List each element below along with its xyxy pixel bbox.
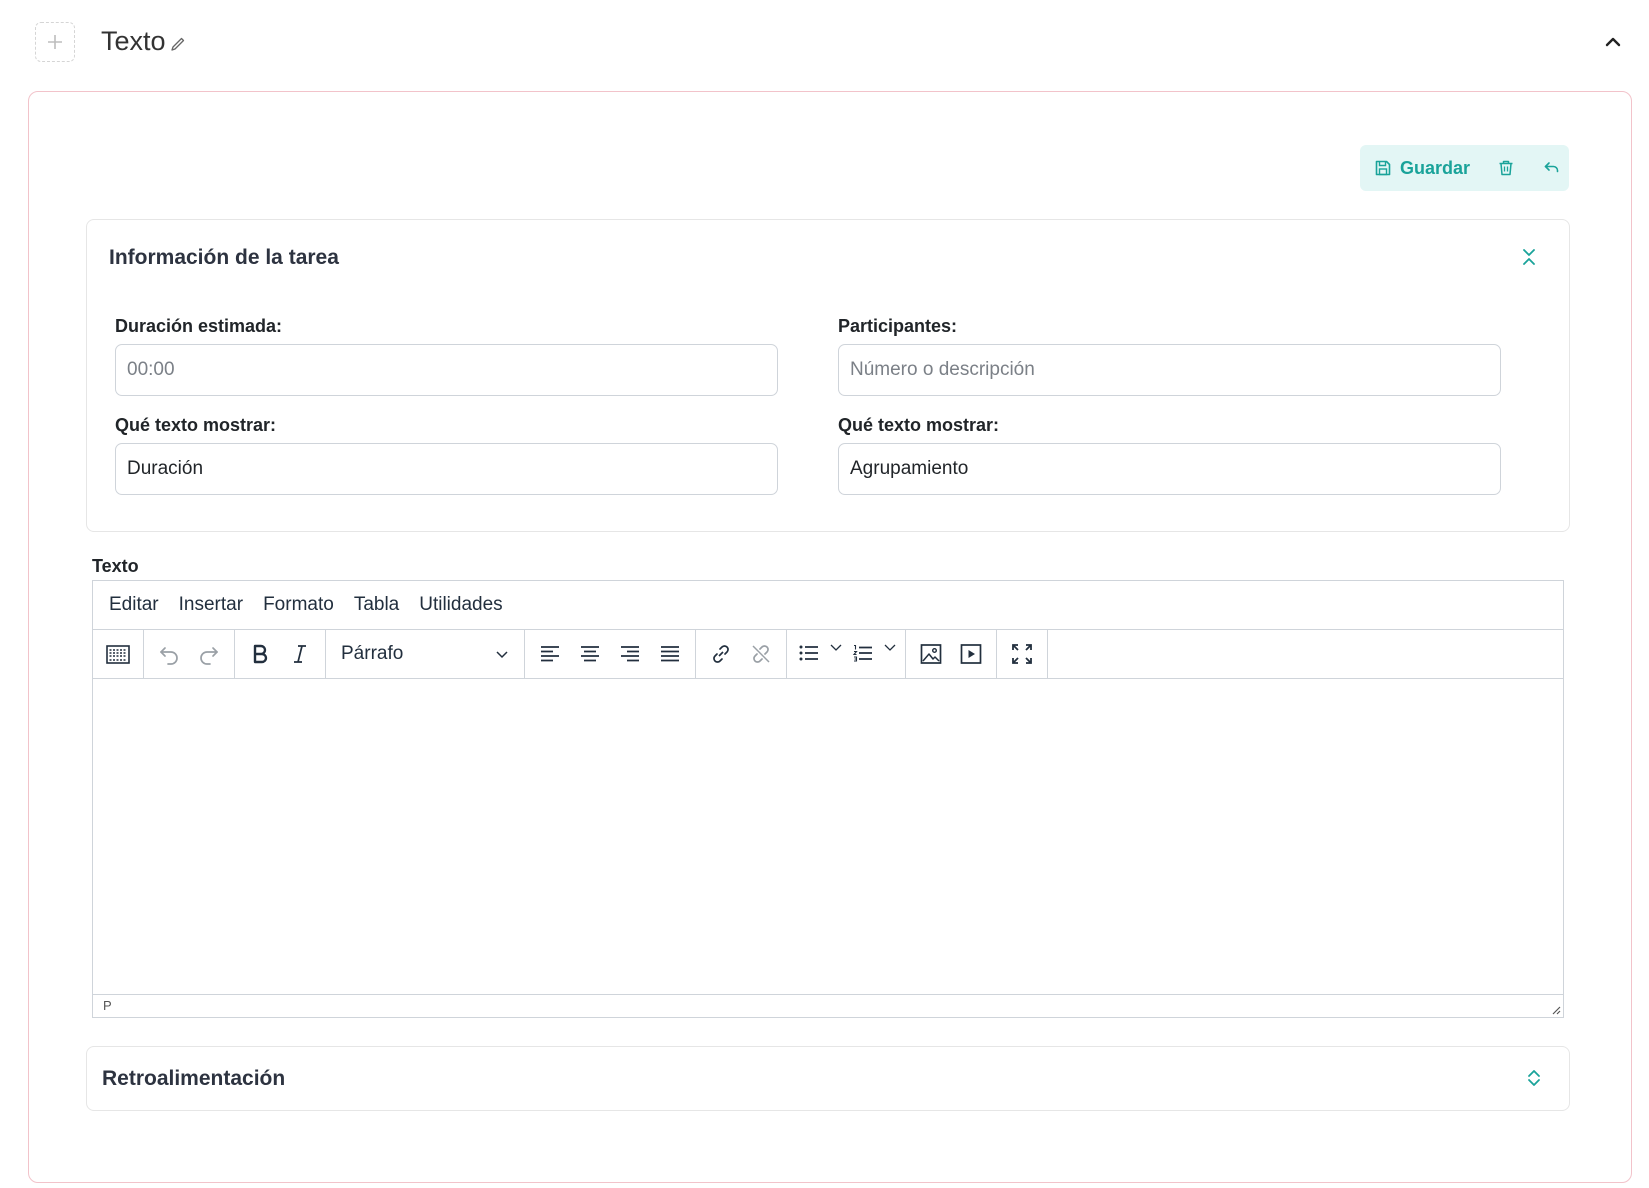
pencil-icon[interactable] [170, 36, 186, 52]
editor-content-area[interactable] [93, 679, 1563, 996]
bold-button[interactable] [240, 634, 280, 674]
numbered-list-icon [852, 644, 872, 662]
chevrons-collapse-icon[interactable] [1518, 246, 1540, 268]
align-center-button[interactable] [570, 634, 610, 674]
numbered-list-button[interactable] [846, 634, 880, 674]
insert-link-button[interactable] [701, 634, 741, 674]
undo-icon [160, 647, 178, 665]
section-title-text: Texto [101, 26, 166, 56]
bullet-list-button[interactable] [792, 634, 826, 674]
duration-display-label: Qué texto mostrar: [115, 415, 277, 435]
menu-table[interactable]: Tabla [354, 594, 399, 616]
menu-insert[interactable]: Insertar [179, 594, 243, 616]
toolbar-group-style [235, 630, 326, 678]
cancel-button[interactable] [1542, 158, 1562, 178]
redo-icon [200, 647, 218, 665]
section-header: Texto [0, 0, 1649, 86]
toolbar-group-format: Párrafo [326, 630, 525, 678]
block-format-value: Párrafo [341, 643, 404, 664]
align-right-button[interactable] [610, 634, 650, 674]
menu-format[interactable]: Formato [263, 594, 334, 616]
bold-icon [253, 644, 268, 664]
duration-display-input[interactable] [115, 443, 778, 495]
menu-tools[interactable]: Utilidades [419, 594, 502, 616]
duration-input[interactable] [115, 344, 778, 396]
italic-icon [294, 645, 306, 663]
insert-image-button[interactable] [911, 634, 951, 674]
delete-button[interactable] [1496, 158, 1516, 178]
participants-display-label: Qué texto mostrar: [838, 415, 1000, 435]
unlink-icon [752, 645, 770, 663]
editor-label: Texto [92, 556, 139, 576]
feedback-title: Retroalimentación [102, 1067, 286, 1090]
task-info-panel: Información de la tarea Duración estimad… [86, 219, 1570, 532]
block-format-select[interactable]: Párrafo [331, 634, 519, 674]
media-icon [960, 644, 982, 664]
add-block-button[interactable] [35, 22, 75, 62]
feedback-panel[interactable]: Retroalimentación [86, 1046, 1570, 1111]
redo-button[interactable] [189, 634, 229, 674]
bullet-list-icon [799, 645, 818, 661]
duration-label: Duración estimada: [115, 316, 283, 336]
editor-toolbar: Párrafo [93, 630, 1563, 679]
numbered-list-split [846, 634, 900, 674]
keyboard-icon [106, 645, 130, 664]
toolbar-group-align [525, 630, 696, 678]
editor-menubar: Editar Insertar Formato Tabla Utilidades [93, 581, 1563, 630]
resize-handle-icon[interactable] [1549, 1003, 1561, 1015]
chevron-down-icon [884, 644, 896, 651]
link-icon [713, 645, 729, 663]
chevrons-expand-icon[interactable] [1523, 1067, 1545, 1089]
fullscreen-icon [1012, 644, 1032, 664]
align-center-icon [581, 646, 599, 662]
save-button[interactable]: Guardar [1374, 158, 1470, 179]
italic-button[interactable] [280, 634, 320, 674]
action-bar: Guardar [1360, 145, 1569, 191]
chevron-up-icon[interactable] [1601, 30, 1625, 54]
undo-button[interactable] [149, 634, 189, 674]
editor-statusbar: P [93, 994, 1563, 1017]
virtual-keyboard-button[interactable] [98, 634, 138, 674]
undo-arrow-icon [1544, 162, 1559, 173]
chevron-down-icon [496, 651, 508, 659]
fullscreen-button[interactable] [1002, 634, 1042, 674]
element-path[interactable]: P [103, 998, 112, 1013]
toolbar-group-history [144, 630, 235, 678]
toolbar-group-link [696, 630, 787, 678]
align-left-icon [541, 646, 559, 662]
toolbar-group-keyboard [93, 630, 144, 678]
bullet-list-dropdown[interactable] [826, 634, 846, 674]
align-right-icon [621, 646, 639, 662]
floppy-disk-icon [1375, 160, 1391, 176]
align-justify-button[interactable] [650, 634, 690, 674]
remove-link-button[interactable] [741, 634, 781, 674]
participants-label: Participantes: [838, 316, 958, 336]
task-info-title: Información de la tarea [109, 246, 339, 269]
toolbar-group-lists [787, 630, 906, 678]
numbered-list-dropdown[interactable] [880, 634, 900, 674]
plus-icon [48, 35, 62, 49]
chevron-down-icon [830, 644, 842, 651]
save-button-label: Guardar [1400, 157, 1471, 178]
toolbar-group-media [906, 630, 997, 678]
rich-text-editor: Editar Insertar Formato Tabla Utilidades [92, 580, 1564, 1018]
insert-media-button[interactable] [951, 634, 991, 674]
participants-display-input[interactable] [838, 443, 1501, 495]
bullet-list-split [792, 634, 846, 674]
align-left-button[interactable] [530, 634, 570, 674]
toolbar-group-view [997, 630, 1048, 678]
trash-icon [1499, 160, 1513, 176]
image-icon [920, 644, 942, 664]
align-justify-icon [661, 646, 679, 662]
section-title: Texto [101, 26, 186, 57]
menu-edit[interactable]: Editar [109, 594, 159, 616]
participants-input[interactable] [838, 344, 1501, 396]
